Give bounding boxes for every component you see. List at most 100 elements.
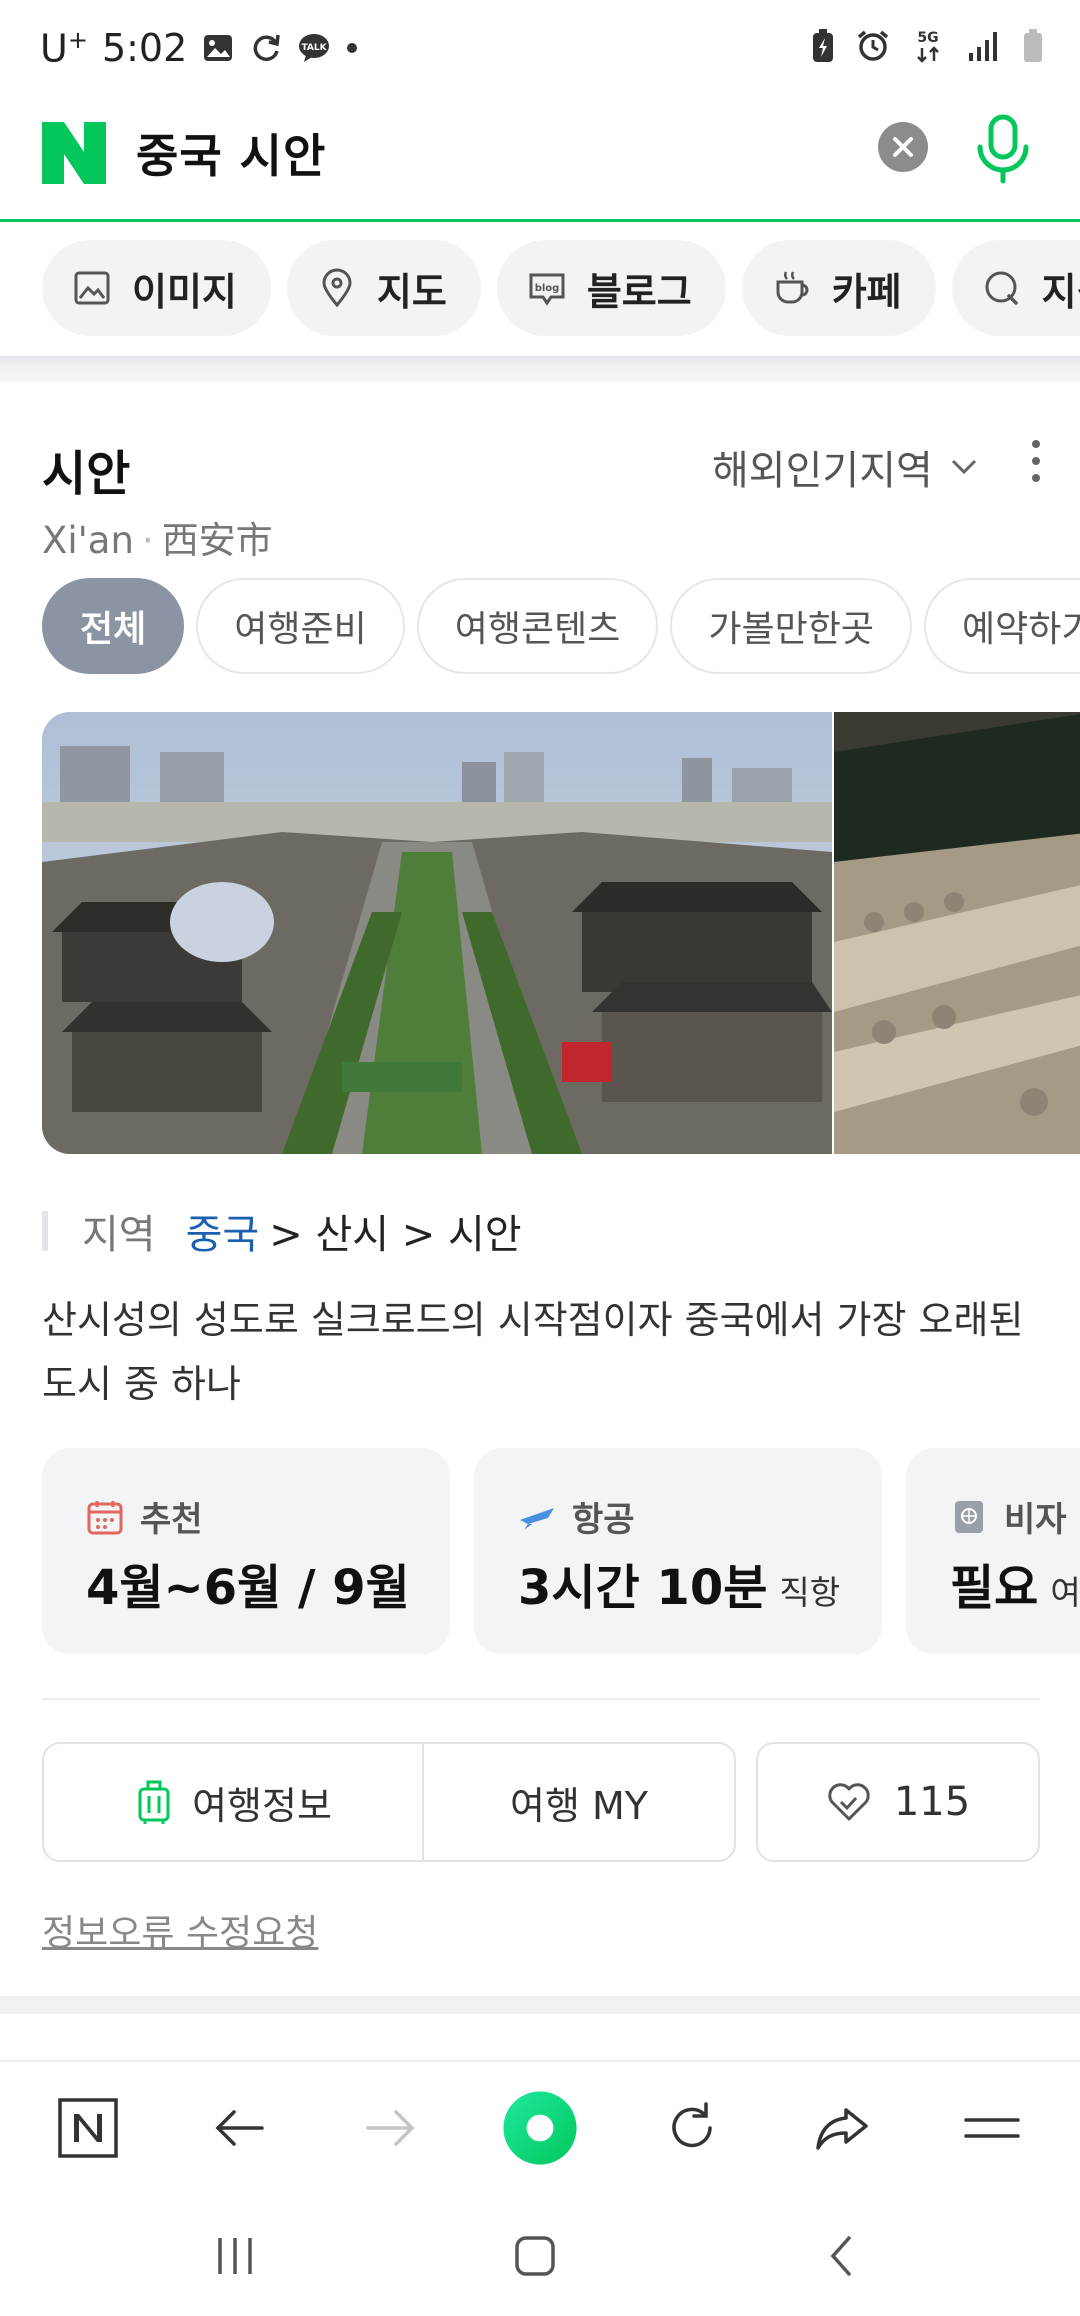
coffee-icon <box>776 271 809 304</box>
city-photo[interactable] <box>42 712 832 1154</box>
info-card-recommended-season[interactable]: 추천 4월~6월 / 9월 <box>42 1448 450 1654</box>
hamburger-menu-icon <box>964 2118 1020 2138</box>
photo-gallery[interactable] <box>42 712 1080 1154</box>
info-card-value: 3시간 10분 <box>518 1560 768 1616</box>
region-path-rest: > 산시 > 시안 <box>269 1212 522 1258</box>
like-button[interactable]: 115 <box>756 1742 1040 1862</box>
svg-text:blog: blog <box>535 283 560 294</box>
network-5g-icon: 5G <box>917 30 939 63</box>
close-icon <box>893 137 913 157</box>
green-dot-button[interactable] <box>500 2088 580 2168</box>
separator-dot: · <box>141 519 154 562</box>
info-card-subvalue: 직항 <box>779 1573 841 1612</box>
info-card-value: 필요 <box>950 1560 1039 1616</box>
gallery-notification-icon <box>204 35 233 62</box>
tab-attractions[interactable]: 가볼만한곳 <box>670 578 912 674</box>
naver-home-button[interactable] <box>48 2088 128 2168</box>
region-selector-dropdown[interactable]: 해외인기지역 <box>712 438 981 496</box>
status-time: 5:02 <box>101 26 188 71</box>
status-left: U+ 5:02 TALK <box>40 26 359 71</box>
tab-travel-content[interactable]: 여행콘텐츠 <box>416 578 659 674</box>
info-card-flight[interactable]: 항공 3시간 10분 직항 <box>474 1448 882 1654</box>
chevron-down-icon <box>951 459 976 475</box>
tab-booking[interactable]: 예약하기 <box>923 578 1080 674</box>
share-button[interactable] <box>802 2088 882 2168</box>
info-card-subvalue: 여 <box>1050 1573 1080 1612</box>
travel-my-label: 여행 MY <box>510 1783 648 1828</box>
section-divider <box>0 356 1080 382</box>
refresh-button[interactable] <box>652 2088 732 2168</box>
talk-notification-icon: TALK <box>299 34 330 63</box>
place-description: 산시성의 성도로 실크로드의 시작점이자 중국에서 가장 오래된 도시 중 하나 <box>42 1298 1024 1406</box>
naver-logo-icon[interactable] <box>42 122 106 184</box>
info-card-value: 4월~6월 / 9월 <box>86 1560 410 1616</box>
like-count: 115 <box>893 1779 971 1825</box>
forward-button[interactable] <box>350 2088 430 2168</box>
info-card-caption: 비자 <box>1004 1500 1067 1540</box>
heart-icon <box>828 1783 870 1821</box>
place-subtitle: Xi'an · 西安市 <box>42 510 273 564</box>
place-action-row: 여행정보 여행 MY 115 <box>42 1742 1040 1862</box>
search-input[interactable]: 중국 시안 <box>136 120 326 186</box>
category-chip-label: 카페 <box>831 269 902 314</box>
share-arrow-icon <box>816 2108 868 2150</box>
back-button[interactable] <box>200 2088 280 2168</box>
place-name-english: Xi'an <box>42 519 134 562</box>
category-chip-image[interactable]: 이미지 <box>42 240 271 336</box>
home-square-icon <box>515 2236 555 2276</box>
info-card-caption: 항공 <box>572 1500 635 1540</box>
content-divider <box>42 1698 1040 1700</box>
info-card-visa[interactable]: 비자 필요 여 <box>906 1448 1080 1654</box>
alarm-icon <box>857 30 889 61</box>
region-link-country[interactable]: 중국 <box>186 1202 260 1260</box>
tab-travel-prep[interactable]: 여행준비 <box>196 578 405 674</box>
section-gap <box>0 1996 1080 2014</box>
status-right: 5G <box>810 28 1044 64</box>
search-header: 중국 시안 <box>0 100 1080 222</box>
blog-icon: blog <box>529 273 565 306</box>
chevron-left-icon <box>830 2236 851 2276</box>
terracotta-warriors-photo[interactable] <box>834 712 1080 1154</box>
category-chip-knowledge[interactable]: 지식 <box>951 240 1080 336</box>
map-pin-icon <box>322 268 352 308</box>
category-chip-blog[interactable]: blog 블로그 <box>496 240 726 336</box>
svg-text:5G: 5G <box>917 30 938 46</box>
category-chip-label: 블로그 <box>586 269 692 314</box>
region-accent-bar <box>42 1211 48 1251</box>
report-error-link[interactable]: 정보오류 수정요청 <box>42 1904 318 1956</box>
place-name-chinese: 西安市 <box>161 519 273 562</box>
region-label: 지역 <box>82 1212 156 1258</box>
travel-info-label: 여행정보 <box>192 1783 332 1828</box>
info-cards-row: 추천 4월~6월 / 9월 항공 3시간 10분 직항 비자 필요 여 <box>0 1448 1080 1658</box>
more-options-icon[interactable] <box>1022 436 1050 486</box>
image-icon <box>74 271 110 305</box>
sync-notification-icon <box>253 35 281 62</box>
category-chip-label: 지도 <box>376 269 447 314</box>
carrier-label: U+ <box>40 26 88 71</box>
voice-search-icon[interactable] <box>972 114 1034 184</box>
status-bar: U+ 5:02 TALK 5G <box>0 0 1080 100</box>
category-chip-label: 지식 <box>1041 269 1080 314</box>
category-chip-map[interactable]: 지도 <box>286 240 481 336</box>
place-title: 시안 <box>42 446 131 502</box>
place-tab-bar: 전체 여행준비 여행콘텐츠 가볼만한곳 예약하기 <box>0 578 1080 678</box>
recent-apps-icon <box>218 2238 252 2274</box>
browser-toolbar <box>0 2060 1080 2190</box>
clear-search-button[interactable] <box>878 122 928 172</box>
passport-icon <box>955 1500 983 1533</box>
home-button[interactable] <box>500 2226 570 2286</box>
battery-saver-icon <box>813 29 833 62</box>
svg-text:TALK: TALK <box>302 43 328 53</box>
system-navigation-bar <box>0 2190 1080 2316</box>
menu-button[interactable] <box>952 2088 1032 2168</box>
travel-info-button[interactable]: 여행정보 <box>44 1744 424 1860</box>
recent-apps-button[interactable] <box>200 2226 270 2286</box>
tab-all[interactable]: 전체 <box>42 578 185 674</box>
category-chip-cafe[interactable]: 카페 <box>741 240 936 336</box>
travel-my-button[interactable]: 여행 MY <box>424 1744 734 1860</box>
system-back-button[interactable] <box>806 2226 876 2286</box>
calendar-icon <box>87 1500 123 1534</box>
region-breadcrumb: 지역 중국 > 산시 > 시안 <box>42 1202 522 1260</box>
green-dot-icon <box>503 2091 577 2165</box>
q-icon <box>985 271 1018 305</box>
